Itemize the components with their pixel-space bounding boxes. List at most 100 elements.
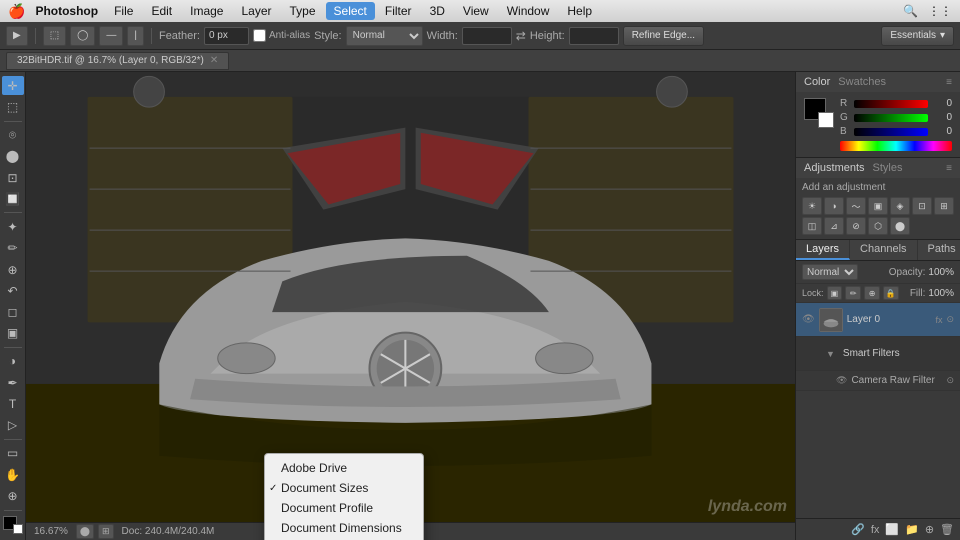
style-select[interactable]: Normal Fixed Ratio Fixed Size (346, 26, 423, 46)
add-style-btn[interactable]: fx (871, 524, 880, 536)
camera-raw-eye[interactable]: 👁 (836, 375, 847, 386)
history-brush-tool[interactable]: ↶ (2, 281, 24, 300)
vibrance-adj-btn[interactable]: ◈ (890, 197, 910, 215)
panel-close-icon[interactable]: ≡ (946, 77, 952, 88)
lock-transparent-btn[interactable]: ▣ (827, 286, 843, 300)
apple-menu[interactable]: 🍎 (8, 3, 25, 20)
path-select-tool[interactable]: ▷ (2, 416, 24, 435)
swatches-panel-title[interactable]: Swatches (838, 76, 886, 88)
lock-pixels-btn[interactable]: ✏ (845, 286, 861, 300)
eraser-tool[interactable]: ◻ (2, 302, 24, 321)
levels-adj-btn[interactable]: ◑ (824, 197, 844, 215)
menu-file[interactable]: File (106, 2, 141, 20)
width-input[interactable] (462, 27, 512, 45)
dodge-tool[interactable]: ◑ (2, 352, 24, 371)
layer-settings-0[interactable]: ⊙ (946, 314, 954, 325)
menu-3d[interactable]: 3D (422, 2, 453, 20)
delete-layer-btn[interactable]: 🗑 (940, 523, 954, 536)
ctx-adobe-drive[interactable]: Adobe Drive (265, 458, 423, 478)
channels-tab[interactable]: Channels (850, 240, 917, 260)
red-slider[interactable] (854, 100, 928, 108)
link-layers-btn[interactable]: 🔗 (851, 523, 865, 536)
smart-filters-arrow[interactable]: ▼ (826, 349, 835, 359)
adjustments-title[interactable]: Adjustments (804, 162, 865, 174)
ctx-document-sizes[interactable]: ✓ Document Sizes (265, 478, 423, 498)
menu-type[interactable]: Type (282, 2, 324, 20)
add-mask-btn[interactable]: ⬜ (885, 523, 899, 536)
foreground-bg-swatch[interactable] (3, 516, 23, 534)
brightness-adj-btn[interactable]: ☀ (802, 197, 822, 215)
background-color-swatch[interactable] (818, 112, 834, 128)
color-spectrum-bar[interactable] (840, 141, 952, 151)
menu-edit[interactable]: Edit (143, 2, 180, 20)
photo-filter-btn[interactable]: ⊿ (824, 217, 844, 235)
smart-filters-row[interactable]: ▼ Smart Filters (796, 337, 960, 371)
move-tool[interactable]: ✛ (2, 76, 24, 95)
search-icon[interactable]: 🔍 (903, 4, 918, 18)
lasso-tool[interactable]: ⌾ (2, 125, 24, 144)
curves-adj-btn[interactable]: 〜 (846, 197, 866, 215)
camera-raw-filter-row[interactable]: 👁 Camera Raw Filter ⊙ (796, 371, 960, 391)
opacity-value[interactable]: 100% (928, 267, 954, 278)
invert-btn[interactable]: ⬡ (868, 217, 888, 235)
lock-all-btn[interactable]: 🔒 (883, 286, 899, 300)
essentials-button[interactable]: Essentials ▾ (881, 26, 954, 46)
brush-tool[interactable]: ✏ (2, 239, 24, 258)
gradient-tool[interactable]: ▣ (2, 324, 24, 343)
adj-panel-close[interactable]: ≡ (946, 163, 952, 174)
spot-heal-tool[interactable]: ✦ (2, 217, 24, 236)
layers-tab[interactable]: Layers (796, 240, 850, 260)
eyedropper-tool[interactable]: 🔲 (2, 189, 24, 208)
fill-value[interactable]: 100% (928, 288, 954, 299)
styles-title[interactable]: Styles (873, 162, 903, 174)
new-layer-btn[interactable]: ⊕ (925, 523, 934, 536)
green-slider[interactable] (854, 114, 928, 122)
menu-help[interactable]: Help (559, 2, 600, 20)
ellipse-marq-btn[interactable]: ◯ (70, 26, 95, 46)
menu-filter[interactable]: Filter (377, 2, 420, 20)
camera-raw-settings[interactable]: ⊙ (946, 375, 954, 386)
swap-wh-icon[interactable]: ⇄ (516, 29, 526, 43)
pen-tool[interactable]: ✒ (2, 373, 24, 392)
ctx-document-profile[interactable]: Document Profile (265, 498, 423, 518)
channel-mix-btn[interactable]: ⊘ (846, 217, 866, 235)
posterize-btn[interactable]: ⬤ (890, 217, 910, 235)
hsl-adj-btn[interactable]: ⊡ (912, 197, 932, 215)
layer-item-0[interactable]: 👁 Layer 0 fx ⊙ (796, 303, 960, 337)
status-icon-1[interactable]: ⬤ (76, 524, 94, 539)
quick-select-tool[interactable]: ⬤ (2, 147, 24, 166)
colorbalance-adj-btn[interactable]: ⊞ (934, 197, 954, 215)
tab-close-icon[interactable]: ✕ (210, 55, 218, 66)
doc-sizes[interactable]: Doc: 240.4M/240.4M (122, 526, 215, 537)
refine-edge-button[interactable]: Refine Edge... (623, 26, 704, 46)
marquee-tool[interactable]: ⬚ (2, 97, 24, 116)
blue-slider[interactable] (854, 128, 928, 136)
single-col-btn[interactable]: | (127, 26, 144, 46)
menu-layer[interactable]: Layer (233, 2, 279, 20)
type-tool[interactable]: T (2, 394, 24, 413)
anti-alias-checkbox[interactable] (253, 29, 266, 42)
layer-fx-0[interactable]: fx (935, 315, 942, 325)
paths-tab[interactable]: Paths (918, 240, 960, 260)
ctx-document-dimensions[interactable]: Document Dimensions (265, 518, 423, 538)
hand-tool[interactable]: ✋ (2, 465, 24, 484)
zoom-tool[interactable]: ⊕ (2, 486, 24, 505)
menu-window[interactable]: Window (499, 2, 558, 20)
single-row-btn[interactable]: — (99, 26, 123, 46)
document-tab[interactable]: 32BitHDR.tif @ 16.7% (Layer 0, RGB/32*) … (6, 52, 229, 70)
rect-marq-btn[interactable]: ⬚ (43, 26, 66, 46)
layer-eye-0[interactable]: 👁 (802, 314, 815, 325)
blend-mode-select[interactable]: Normal Multiply Screen (802, 264, 858, 280)
color-swatches-area[interactable] (804, 98, 834, 128)
bw-adj-btn[interactable]: ◫ (802, 217, 822, 235)
lock-position-btn[interactable]: ⊕ (864, 286, 880, 300)
crop-tool[interactable]: ⊡ (2, 168, 24, 187)
menu-image[interactable]: Image (182, 2, 231, 20)
menu-select[interactable]: Select (326, 2, 375, 20)
height-input[interactable] (569, 27, 619, 45)
new-group-btn[interactable]: 📁 (905, 523, 919, 536)
clone-tool[interactable]: ⊕ (2, 260, 24, 279)
feather-input[interactable] (204, 27, 249, 45)
tool-preset-btn[interactable]: ▶ (6, 26, 28, 46)
color-panel-title[interactable]: Color (804, 76, 830, 88)
